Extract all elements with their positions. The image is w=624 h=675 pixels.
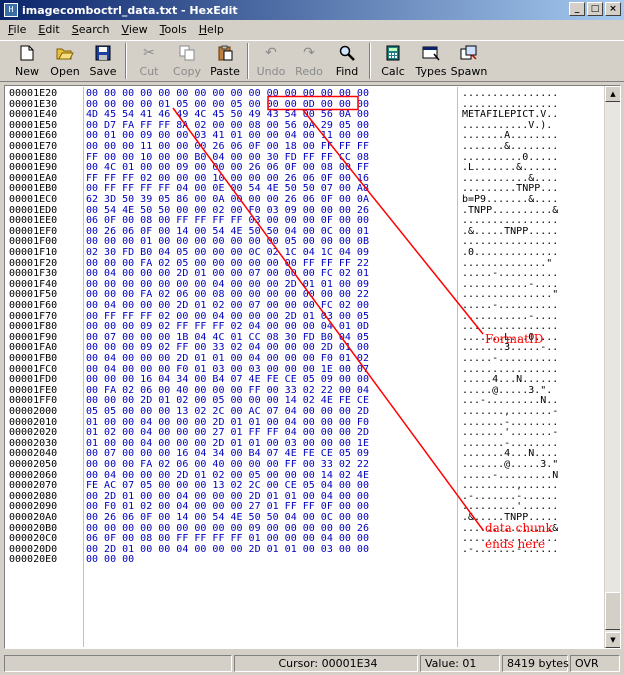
- toolbar: New Open Save ✂ Cut Copy Paste ↶ Undo ↷ …: [0, 40, 624, 82]
- types-icon: [422, 44, 440, 62]
- copy-icon: [178, 44, 196, 62]
- data-chunk-label-line2: ends here: [485, 537, 545, 551]
- status-value: Value: 01: [420, 655, 500, 672]
- format-id-label: FormatID: [485, 332, 543, 346]
- calc-button[interactable]: Calc: [374, 41, 412, 81]
- status-mode: OVR: [570, 655, 620, 672]
- menu-help[interactable]: Help: [193, 23, 230, 36]
- magnifier-icon: [338, 44, 356, 62]
- toolbar-separator: [247, 43, 249, 79]
- window-controls: _ □ ×: [569, 2, 621, 16]
- redo-button[interactable]: ↷ Redo: [290, 41, 328, 81]
- types-button[interactable]: Types: [412, 41, 450, 81]
- status-bar: Cursor: 00001E34 Value: 01 8419 bytes OV…: [0, 652, 624, 674]
- new-button[interactable]: New: [8, 41, 46, 81]
- scroll-up-arrow-icon[interactable]: ▲: [605, 86, 620, 102]
- title-bar: H imagecomboctrl_data.txt - HexEdit _ □ …: [0, 0, 624, 20]
- open-button[interactable]: Open: [46, 41, 84, 81]
- toolbar-separator: [125, 43, 127, 79]
- status-blank-pane: [4, 655, 232, 672]
- hex-editor-view[interactable]: 00001E20 00 00 00 00 00 00 00 00 00 00 00…: [4, 85, 621, 649]
- new-file-icon: [18, 44, 36, 62]
- paste-button[interactable]: Paste: [206, 41, 244, 81]
- hexedit-app-icon[interactable]: H: [4, 3, 18, 17]
- save-button[interactable]: Save: [84, 41, 122, 81]
- calculator-icon: [384, 44, 402, 62]
- scroll-down-arrow-icon[interactable]: ▼: [605, 632, 620, 648]
- redo-arrow-icon: ↷: [303, 45, 315, 61]
- scroll-thumb[interactable]: [605, 592, 620, 630]
- toolbar-separator: [369, 43, 371, 79]
- menu-search[interactable]: Search: [66, 23, 116, 36]
- spawn-button[interactable]: Spawn: [450, 41, 488, 81]
- status-file-size: 8419 bytes: [502, 655, 569, 672]
- format-id-highlight-box: [267, 95, 359, 111]
- cut-button[interactable]: ✂ Cut: [130, 41, 168, 81]
- data-chunk-end-arrow: [172, 107, 484, 531]
- minimize-button[interactable]: _: [569, 2, 585, 16]
- scissors-icon: ✂: [143, 45, 155, 61]
- floppy-disk-icon: [94, 44, 112, 62]
- format-id-arrow: [302, 109, 484, 335]
- status-cursor: Cursor: 00001E34: [234, 655, 418, 672]
- vertical-scrollbar[interactable]: ▲ ▼: [604, 86, 620, 648]
- close-button[interactable]: ×: [605, 2, 621, 16]
- undo-button[interactable]: ↶ Undo: [252, 41, 290, 81]
- annotation-overlay: FormatID data chunk ends here: [172, 95, 554, 551]
- clipboard-icon: [216, 44, 234, 62]
- copy-button[interactable]: Copy: [168, 41, 206, 81]
- menu-file[interactable]: File: [2, 23, 32, 36]
- undo-arrow-icon: ↶: [265, 45, 277, 61]
- find-button[interactable]: Find: [328, 41, 366, 81]
- menu-view[interactable]: View: [116, 23, 154, 36]
- menu-bar: File Edit Search View Tools Help: [0, 20, 624, 39]
- menu-edit[interactable]: Edit: [32, 23, 65, 36]
- data-chunk-label-line1: data chunk: [485, 521, 554, 535]
- maximize-button[interactable]: □: [587, 2, 603, 16]
- menu-tools[interactable]: Tools: [154, 23, 193, 36]
- window-title: imagecomboctrl_data.txt - HexEdit: [22, 3, 238, 17]
- spawn-icon: [460, 44, 478, 62]
- open-folder-icon: [56, 44, 74, 62]
